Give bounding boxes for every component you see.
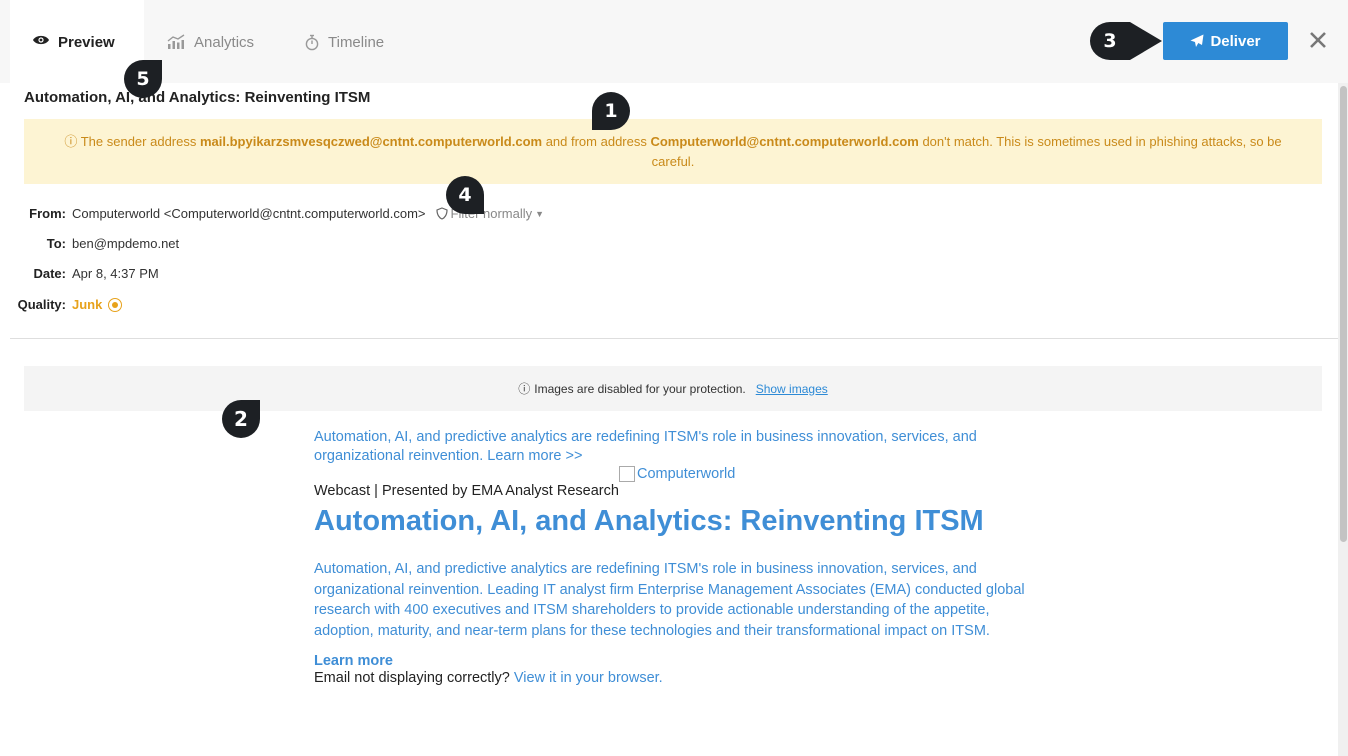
chevron-down-icon: ▼: [535, 208, 545, 219]
quality-value: Junk: [72, 297, 103, 312]
paper-plane-icon: [1190, 34, 1204, 48]
info-icon: ⓘ: [518, 382, 531, 396]
meta-date-row: Date: Apr 8, 4:37 PM: [0, 266, 159, 281]
tab-timeline-label: Timeline: [328, 34, 385, 51]
scrollbar-thumb[interactable]: [1340, 86, 1347, 542]
to-value: ben@mpdemo.net: [72, 236, 180, 251]
from-value: Computerworld <Computerworld@cntnt.compu…: [72, 206, 426, 221]
webcast-line: Webcast | Presented by EMA Analyst Resea…: [314, 483, 619, 499]
warning-text-pre: The sender address: [80, 134, 200, 149]
tab-preview-label: Preview: [58, 34, 115, 51]
stopwatch-icon: [304, 34, 320, 51]
close-button[interactable]: [1302, 24, 1334, 56]
quality-label: Quality:: [17, 297, 66, 312]
tab-preview[interactable]: Preview: [10, 0, 144, 83]
images-disabled-bar: ⓘ Images are disabled for your protectio…: [24, 366, 1322, 411]
intro-link[interactable]: Automation, AI, and predictive analytics…: [314, 428, 1044, 466]
learn-more-link[interactable]: Learn more: [314, 653, 1044, 670]
warning-icon: ⓘ: [64, 134, 81, 149]
date-value: Apr 8, 4:37 PM: [72, 266, 159, 281]
date-label: Date:: [33, 266, 66, 281]
tab-analytics-label: Analytics: [194, 34, 255, 51]
warning-from-address: Computerworld@cntnt.computerworld.com: [650, 134, 919, 149]
meta-to-row: To: ben@mpdemo.net: [0, 236, 179, 251]
annotation-marker-2: 2: [222, 400, 260, 438]
header-divider: [10, 338, 1338, 339]
quality-indicator-icon[interactable]: [108, 297, 123, 312]
annotation-marker-3: 3: [1090, 22, 1130, 60]
show-images-link[interactable]: Show images: [756, 382, 828, 396]
logo-placeholder[interactable]: Computerworld: [619, 466, 1044, 482]
logo-alt-text: Computerworld: [637, 466, 736, 482]
meta-quality-row: Quality: Junk: [0, 297, 123, 312]
email-headline[interactable]: Automation, AI, and Analytics: Reinventi…: [314, 502, 1044, 541]
from-label: From:: [29, 206, 66, 221]
to-label: To:: [46, 236, 66, 251]
tab-timeline[interactable]: Timeline: [304, 0, 384, 83]
close-icon: [1309, 31, 1327, 49]
annotation-marker-4: 4: [446, 176, 484, 214]
annotation-marker-3-pointer: [1126, 22, 1162, 60]
deliver-button[interactable]: Deliver: [1163, 22, 1288, 60]
broken-image-icon: [619, 466, 635, 482]
shield-icon: [435, 207, 448, 220]
view-in-browser-link[interactable]: View it in your browser.: [514, 670, 663, 686]
email-body: Automation, AI, and predictive analytics…: [314, 428, 1044, 687]
not-displaying-line: Email not displaying correctly? View it …: [314, 670, 1044, 687]
warning-text-mid: and from address: [542, 134, 651, 149]
annotation-marker-5: 5: [124, 60, 162, 98]
analytics-icon: [166, 34, 186, 50]
deliver-label: Deliver: [1210, 32, 1261, 50]
tab-analytics[interactable]: Analytics: [166, 0, 254, 83]
annotation-marker-1: 1: [592, 92, 630, 130]
email-description[interactable]: Automation, AI, and predictive analytics…: [314, 559, 1044, 641]
warning-sender-address: mail.bpyikarzsmvesqczwed@cntnt.computerw…: [199, 134, 543, 149]
not-displaying-text: Email not displaying correctly?: [314, 670, 514, 686]
images-disabled-text: Images are disabled for your protection.: [534, 381, 746, 396]
eye-icon: [32, 34, 50, 46]
phishing-warning-banner: ⓘ The sender address mail.bpyikarzsmvesq…: [24, 119, 1322, 184]
message-subject: Automation, AI, and Analytics: Reinventi…: [24, 89, 371, 106]
